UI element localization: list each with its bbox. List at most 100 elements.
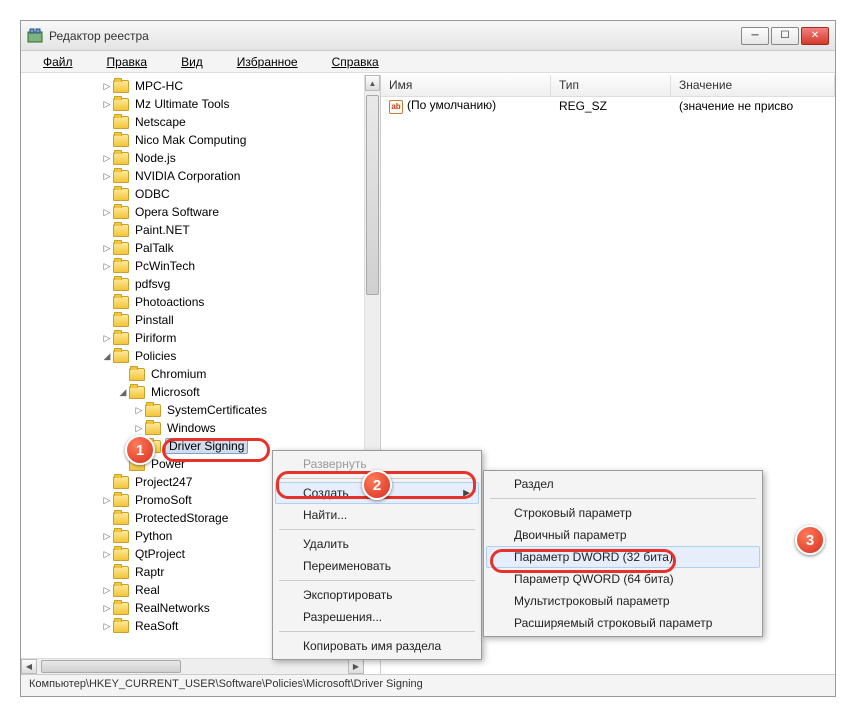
expander-icon[interactable]: ▷ [101, 261, 113, 272]
tree-item[interactable]: ODBC [21, 185, 364, 203]
col-type[interactable]: Тип [551, 75, 671, 96]
titlebar[interactable]: Редактор реестра ─ ☐ ✕ [21, 21, 835, 51]
tree-item[interactable]: ▷PcWinTech [21, 257, 364, 275]
folder-icon [113, 332, 129, 345]
ctx-expand[interactable]: Развернуть [275, 453, 479, 475]
expander-icon[interactable]: ▷ [101, 99, 113, 110]
tree-item-label: Driver Signing [165, 438, 248, 454]
sub-string[interactable]: Строковый параметр [486, 502, 760, 524]
folder-icon [113, 512, 129, 525]
tree-item[interactable]: ▷PalTalk [21, 239, 364, 257]
expander-icon[interactable]: ◢ [101, 351, 113, 362]
tree-item[interactable]: ▷ Windows [21, 419, 364, 437]
tree-item[interactable]: ▷Mz Ultimate Tools [21, 95, 364, 113]
tree-item[interactable]: ▷ NVIDIA Corporation [21, 167, 364, 185]
ctx-permissions[interactable]: Разрешения... [275, 606, 479, 628]
tree-item[interactable]: Paint.NET [21, 221, 364, 239]
ctx-rename[interactable]: Переименовать [275, 555, 479, 577]
maximize-button[interactable]: ☐ [771, 27, 799, 45]
menu-edit[interactable]: Правка [91, 53, 164, 71]
ctx-export[interactable]: Экспортировать [275, 584, 479, 606]
minimize-button[interactable]: ─ [741, 27, 769, 45]
expander-icon[interactable]: ▷ [101, 585, 113, 596]
sub-binary[interactable]: Двоичный параметр [486, 524, 760, 546]
expander-icon[interactable]: ◢ [117, 387, 129, 398]
ctx-delete[interactable]: Удалить [275, 533, 479, 555]
folder-icon [113, 188, 129, 201]
ctx-create[interactable]: Создать▶ [275, 482, 479, 504]
menu-favorites[interactable]: Избранное [221, 53, 314, 71]
tree-item[interactable]: pdfsvg [21, 275, 364, 293]
scroll-left-icon[interactable]: ◀ [21, 659, 37, 674]
expander-icon[interactable]: ▷ [101, 495, 113, 506]
expander-icon[interactable]: ▷ [133, 405, 145, 416]
tree-item[interactable]: Pinstall [21, 311, 364, 329]
expander-icon[interactable]: ▷ [101, 171, 113, 182]
tree-item[interactable]: ◢ Microsoft [21, 383, 364, 401]
ctx-create-label: Создать [303, 486, 349, 500]
list-header[interactable]: Имя Тип Значение [381, 75, 835, 97]
expander-icon[interactable]: ▷ [133, 423, 145, 434]
scroll-right-icon[interactable]: ▶ [348, 659, 364, 674]
tree-item[interactable]: Chromium [21, 365, 364, 383]
sub-expandstring[interactable]: Расширяемый строковый параметр [486, 612, 760, 634]
sub-key[interactable]: Раздел [486, 473, 760, 495]
menu-help[interactable]: Справка [316, 53, 395, 71]
tree-item-label: Windows [165, 421, 218, 435]
scroll-up-icon[interactable]: ▲ [365, 75, 380, 91]
expander-icon[interactable]: ▷ [101, 531, 113, 542]
folder-icon [113, 494, 129, 507]
sub-multistring[interactable]: Мультистроковый параметр [486, 590, 760, 612]
folder-icon [113, 152, 129, 165]
tree-item[interactable]: ▷Opera Software [21, 203, 364, 221]
tree-item-label: Policies [133, 349, 178, 363]
tree-item[interactable]: ▷MPC-HC [21, 77, 364, 95]
expander-icon[interactable]: ▷ [101, 333, 113, 344]
tree-item-label: ProtectedStorage [133, 511, 230, 525]
close-button[interactable]: ✕ [801, 27, 829, 45]
tree-item[interactable]: ▷ Node.js [21, 149, 364, 167]
tree-item[interactable]: ▷SystemCertificates [21, 401, 364, 419]
col-name[interactable]: Имя [381, 75, 551, 96]
tree-item[interactable]: Nico Mak Computing [21, 131, 364, 149]
tree-item-label: Real [133, 583, 162, 597]
folder-icon [113, 350, 129, 363]
expander-icon[interactable]: ▷ [101, 81, 113, 92]
tree-item-label: Piriform [133, 331, 178, 345]
sub-dword[interactable]: Параметр DWORD (32 бита) [486, 546, 760, 568]
ctx-copy-key-name[interactable]: Копировать имя раздела [275, 635, 479, 657]
value-data: (значение не присво [671, 98, 835, 114]
folder-icon [113, 134, 129, 147]
scroll-thumb-v[interactable] [366, 95, 379, 295]
statusbar: Компьютер\HKEY_CURRENT_USER\Software\Pol… [21, 674, 835, 696]
tree-item-label: NVIDIA Corporation [133, 169, 242, 183]
tree-item[interactable]: ▷ Piriform [21, 329, 364, 347]
tree-item-label: Node.js [133, 151, 178, 165]
expander-icon[interactable]: ▷ [101, 549, 113, 560]
folder-icon [113, 80, 129, 93]
folder-icon [113, 116, 129, 129]
folder-icon [113, 584, 129, 597]
ctx-find[interactable]: Найти... [275, 504, 479, 526]
expander-icon[interactable]: ▷ [101, 603, 113, 614]
tree-item-label: Nico Mak Computing [133, 133, 248, 147]
tree-item[interactable]: Netscape [21, 113, 364, 131]
tree-item-label: Raptr [133, 565, 166, 579]
expander-icon[interactable]: ▷ [101, 207, 113, 218]
list-row[interactable]: ab(По умолчанию) REG_SZ (значение не при… [381, 97, 835, 115]
tree-item[interactable]: Photoactions [21, 293, 364, 311]
expander-icon[interactable]: ▷ [101, 153, 113, 164]
folder-icon [113, 206, 129, 219]
expander-icon[interactable]: ▷ [101, 243, 113, 254]
expander-icon[interactable]: ▷ [101, 621, 113, 632]
sub-qword[interactable]: Параметр QWORD (64 бита) [486, 568, 760, 590]
tree-item-label: pdfsvg [133, 277, 172, 291]
tree-scrollbar-horizontal[interactable]: ◀ ▶ [21, 658, 364, 674]
scroll-thumb-h[interactable] [41, 660, 181, 673]
tree-item[interactable]: ◢ Policies [21, 347, 364, 365]
col-value[interactable]: Значение [671, 75, 835, 96]
tree-item-label: ReaSoft [133, 619, 180, 633]
menu-view[interactable]: Вид [165, 53, 219, 71]
menu-file[interactable]: Файл [27, 53, 89, 71]
tree-item-label: Microsoft [149, 385, 202, 399]
